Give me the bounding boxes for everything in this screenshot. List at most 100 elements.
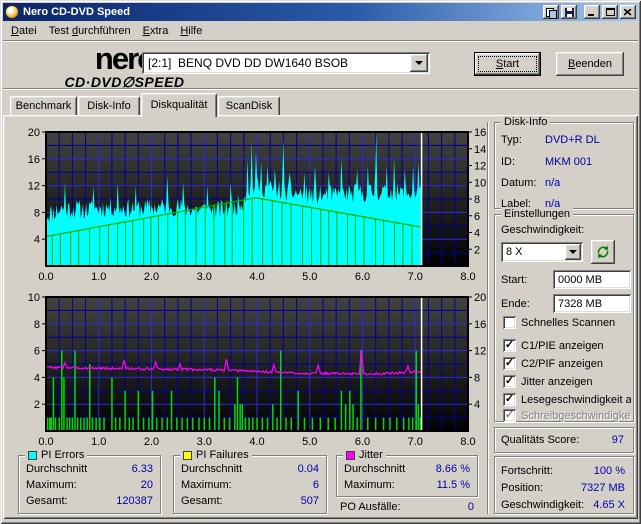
pi-failures-box: PI Failures Durchschnitt0.04 Maximum:6 G… [173, 455, 327, 514]
drive-select-value: [2:1] BENQ DVD DD DW1640 BSOB [142, 56, 348, 70]
progress-box: Fortschritt:100 % Position:7327 MB Gesch… [494, 456, 634, 514]
menu-test-durchfuehren[interactable]: Test durchführen [43, 23, 137, 39]
svg-text:8.0: 8.0 [460, 271, 475, 283]
speed-select-dropdown-button[interactable] [565, 244, 581, 260]
minimize-icon [588, 14, 594, 16]
svg-text:5.0: 5.0 [302, 436, 317, 448]
copy-button[interactable] [543, 5, 559, 19]
svg-text:16: 16 [474, 127, 486, 139]
disk-info-title: Disk-Info [501, 116, 550, 128]
disk-date-label: Datum: [501, 177, 545, 189]
tab-scandisk[interactable]: ScanDisk [218, 96, 280, 115]
svg-text:7.0: 7.0 [408, 271, 423, 283]
drive-select-dropdown-button[interactable] [410, 54, 428, 72]
svg-text:8: 8 [474, 194, 480, 206]
floppy-icon [565, 8, 574, 17]
menu-hilfe[interactable]: Hilfe [174, 23, 208, 39]
checkbox-c1-pie[interactable]: ✓C1/PIE anzeigen [503, 339, 631, 352]
menu-bar: Datei Test durchführen Extra Hilfe [3, 21, 638, 40]
save-button[interactable] [561, 5, 577, 19]
svg-text:6: 6 [34, 346, 40, 358]
po-failures-label: PO Ausfälle: [340, 501, 401, 513]
checkbox-schreibgeschwindigkeit: ✓Schreibgeschwindigke [503, 409, 631, 422]
svg-text:2: 2 [34, 399, 40, 411]
diskqualitaet-panel: 481216202468101214160.01.02.03.04.05.06.… [3, 115, 638, 519]
position-value: 7327 MB [581, 482, 625, 494]
checkbox-c2-pif[interactable]: ✓C2/PIF anzeigen [503, 357, 631, 370]
svg-text:0.0: 0.0 [38, 271, 53, 283]
header-separator [3, 88, 638, 90]
svg-text:6: 6 [474, 211, 480, 223]
checkbox-jitter[interactable]: ✓Jitter anzeigen [503, 375, 631, 388]
checkbox[interactable]: ✓ [503, 339, 516, 352]
window-title: Nero CD-DVD Speed [23, 6, 130, 18]
svg-text:1.0: 1.0 [91, 271, 106, 283]
quality-score-label: Qualitäts Score: [501, 434, 579, 446]
scan-end-label: Ende: [501, 298, 530, 310]
close-button[interactable] [620, 5, 636, 19]
svg-text:8: 8 [34, 207, 40, 219]
titlebar[interactable]: Nero CD-DVD Speed [3, 3, 638, 21]
checkbox[interactable]: ✓ [503, 375, 516, 388]
speed-select[interactable]: 8 X [501, 242, 583, 262]
svg-text:6.0: 6.0 [355, 271, 370, 283]
checkbox[interactable] [503, 316, 516, 329]
pi-errors-box: PI Errors Durchschnitt6.33 Maximum:20 Ge… [18, 455, 161, 514]
start-button[interactable]: Start [474, 52, 541, 76]
speed-select-value: 8 X [506, 246, 523, 258]
po-failures-value: 0 [468, 501, 474, 513]
close-icon [624, 9, 632, 16]
svg-text:16: 16 [474, 319, 486, 331]
scan-start-field[interactable]: 0000 MB [553, 270, 631, 289]
speed-label: Geschwindigkeit: [501, 224, 584, 236]
scan-end-field[interactable]: 7328 MB [553, 294, 631, 313]
pi-errors-legend-swatch [28, 451, 37, 460]
svg-text:4: 4 [34, 372, 40, 384]
refresh-icon [595, 244, 611, 260]
pi-errors-title: PI Errors [41, 449, 84, 461]
svg-text:4: 4 [34, 234, 40, 246]
chevron-down-icon [569, 250, 577, 254]
checkbox[interactable]: ✓ [503, 393, 516, 406]
svg-text:5.0: 5.0 [302, 271, 317, 283]
tab-diskqualitaet[interactable]: Diskqualität [141, 93, 217, 117]
progress-value: 100 % [594, 465, 625, 477]
svg-text:10: 10 [28, 292, 40, 304]
checkbox-lesegeschwindigkeit[interactable]: ✓Lesegeschwindigkeit a [503, 393, 631, 406]
beenden-button[interactable]: Beenden [556, 52, 624, 76]
refresh-button[interactable] [591, 240, 615, 264]
separator [487, 122, 489, 514]
svg-text:0.0: 0.0 [38, 436, 53, 448]
maximize-button[interactable] [602, 5, 618, 19]
svg-text:2.0: 2.0 [144, 436, 159, 448]
app-window: Nero CD-DVD Speed Datei Test durchführen… [0, 0, 641, 524]
menu-extra[interactable]: Extra [137, 23, 175, 39]
svg-text:4: 4 [474, 228, 480, 240]
svg-text:7.0: 7.0 [408, 436, 423, 448]
progress-label: Fortschritt: [501, 465, 553, 477]
pie-speed-chart: 481216202468101214160.01.02.03.04.05.06.… [16, 123, 488, 284]
minimize-button[interactable] [584, 5, 600, 19]
svg-text:4.0: 4.0 [249, 436, 264, 448]
menu-datei[interactable]: Datei [5, 23, 43, 39]
svg-text:20: 20 [474, 292, 486, 304]
svg-text:3.0: 3.0 [197, 271, 212, 283]
drive-select[interactable]: [2:1] BENQ DVD DD DW1640 BSOB [142, 52, 430, 74]
checkbox-schnelles-scannen[interactable]: Schnelles Scannen [503, 316, 631, 329]
svg-text:3.0: 3.0 [197, 436, 212, 448]
tab-disk-info[interactable]: Disk-Info [78, 96, 140, 115]
svg-text:1.0: 1.0 [91, 436, 106, 448]
disk-type-value: DVD+R DL [545, 134, 600, 146]
disk-id-label: ID: [501, 156, 545, 168]
checkbox[interactable]: ✓ [503, 357, 516, 370]
app-icon [5, 5, 19, 19]
svg-text:14: 14 [474, 144, 486, 156]
quality-score-value: 97 [612, 434, 624, 446]
jitter-box: Jitter Durchschnitt8.66 % Maximum:11.5 % [336, 455, 478, 497]
quality-score-box: Qualitäts Score: 97 [494, 427, 634, 453]
po-failures-row: PO Ausfälle: 0 [340, 501, 474, 513]
svg-text:2: 2 [474, 244, 480, 256]
tab-benchmark[interactable]: Benchmark [10, 96, 77, 115]
speed-readout-label: Geschwindigkeit: [501, 499, 584, 511]
svg-text:4: 4 [474, 399, 480, 411]
